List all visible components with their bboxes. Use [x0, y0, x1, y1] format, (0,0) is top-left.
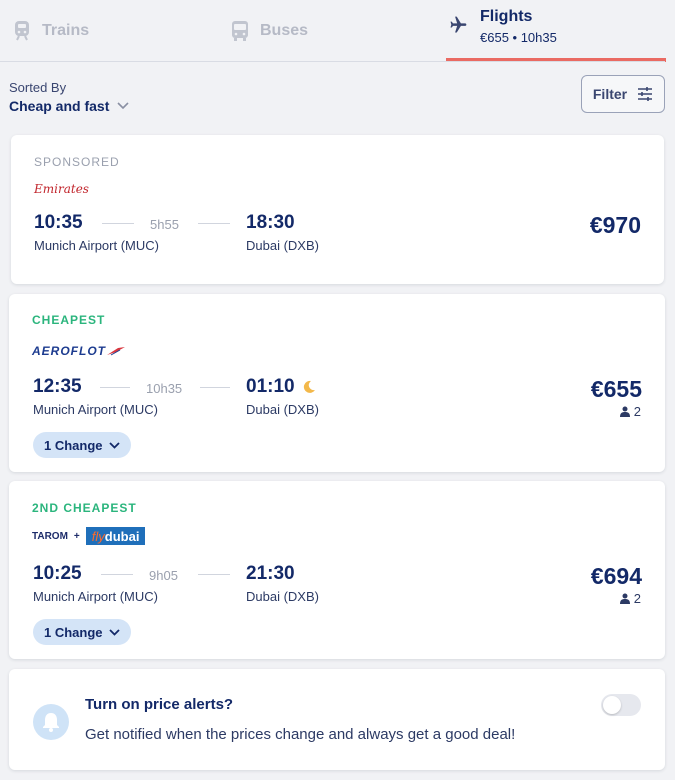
changes-label: 1 Change: [44, 437, 103, 453]
aeroflot-wing-icon: [107, 347, 125, 356]
departure-airport: Munich Airport (MUC): [33, 402, 158, 417]
plane-icon: [448, 15, 468, 35]
passenger-number: 2: [633, 404, 641, 419]
changes-toggle[interactable]: 1 Change: [33, 619, 131, 645]
airline-name: AEROFLOT: [32, 344, 106, 358]
result-tag: 2ND CHEAPEST: [32, 501, 137, 515]
result-card[interactable]: SPONSORED Emirates 10:35 5h55 18:30 Muni…: [11, 135, 664, 284]
tab-flights[interactable]: Flights €655 • 10h35: [446, 0, 666, 62]
airline-logo-flydubai: fly dubai: [85, 527, 146, 545]
chevron-down-icon: [108, 628, 120, 636]
tab-label: Trains: [42, 22, 90, 39]
departure-airport: Munich Airport (MUC): [33, 589, 158, 604]
alert-description: Get notified when the prices change and …: [85, 726, 516, 743]
result-tag: CHEAPEST: [32, 313, 106, 327]
flight-duration: 10h35: [146, 381, 183, 396]
tabs-divider: [0, 61, 665, 62]
toggle-knob: [603, 696, 621, 714]
flight-duration: 5h55: [150, 217, 179, 232]
chevron-down-icon: [108, 441, 120, 449]
chevron-down-icon: [117, 102, 129, 110]
price-alert-toggle[interactable]: [601, 694, 641, 716]
sliders-icon: [638, 87, 653, 101]
price: €970: [589, 212, 641, 238]
duration-line: [100, 387, 130, 388]
sort-value: Cheap and fast: [9, 98, 110, 114]
departure-time: 12:35: [33, 376, 82, 397]
changes-label: 1 Change: [44, 624, 103, 640]
arrival-time: 01:10: [246, 376, 295, 397]
result-tag: SPONSORED: [34, 155, 120, 169]
duration-line: [198, 574, 230, 575]
train-icon: [12, 21, 32, 41]
sort-control[interactable]: Sorted By Cheap and fast: [9, 80, 129, 114]
airline-logos: TAROM + fly dubai: [32, 527, 146, 545]
passenger-number: 2: [633, 591, 641, 606]
sort-dropdown[interactable]: Cheap and fast: [9, 98, 129, 114]
arrival-time: 21:30: [246, 563, 295, 584]
arrival-time: 18:30: [246, 212, 295, 233]
arrival-airport: Dubai (DXB): [246, 589, 319, 604]
departure-airport: Munich Airport (MUC): [34, 238, 159, 253]
sort-caption: Sorted By: [9, 80, 67, 95]
flydubai-dubai: dubai: [104, 528, 140, 544]
transport-tabs: Trains Buses Flights €655 • 10h35: [0, 0, 675, 62]
airline-logo-aeroflot: AEROFLOT: [32, 344, 126, 358]
price: €655: [590, 376, 642, 402]
person-icon: [619, 406, 630, 417]
duration-line: [198, 223, 230, 224]
filter-label: Filter: [592, 86, 628, 102]
departure-time: 10:25: [33, 563, 82, 584]
departure-time: 10:35: [34, 212, 83, 233]
flydubai-fly: fly: [91, 528, 105, 544]
passenger-count: 2: [619, 404, 641, 419]
person-icon: [619, 593, 630, 604]
bus-icon: [230, 21, 250, 41]
price: €694: [590, 563, 642, 589]
duration-line: [101, 574, 133, 575]
moon-icon: [303, 380, 315, 393]
tab-label: Buses: [260, 22, 309, 39]
passenger-count: 2: [619, 591, 641, 606]
airline-separator: +: [73, 530, 80, 542]
filter-button[interactable]: Filter: [581, 75, 665, 113]
airline-logo-emirates: Emirates: [34, 182, 89, 196]
tab-flights-summary: €655 • 10h35: [480, 29, 557, 45]
duration-line: [102, 223, 134, 224]
price-alert-card: Turn on price alerts? Get notified when …: [9, 669, 665, 770]
duration-line: [200, 387, 230, 388]
bell-icon: [33, 704, 69, 740]
changes-toggle[interactable]: 1 Change: [33, 432, 131, 458]
tab-label: Flights: [480, 7, 533, 25]
arrival-airport: Dubai (DXB): [246, 238, 319, 253]
result-card[interactable]: CHEAPEST AEROFLOT 12:35 10h35 01:10 Muni…: [9, 294, 665, 472]
alert-title: Turn on price alerts?: [85, 696, 234, 713]
flight-duration: 9h05: [149, 568, 178, 583]
tab-buses[interactable]: Buses: [230, 0, 308, 62]
result-card[interactable]: 2ND CHEAPEST TAROM + fly dubai 10:25 9h05…: [9, 481, 665, 659]
arrival-airport: Dubai (DXB): [246, 402, 319, 417]
airline-logo-tarom: TAROM: [32, 530, 68, 542]
tab-trains[interactable]: Trains: [12, 0, 89, 62]
